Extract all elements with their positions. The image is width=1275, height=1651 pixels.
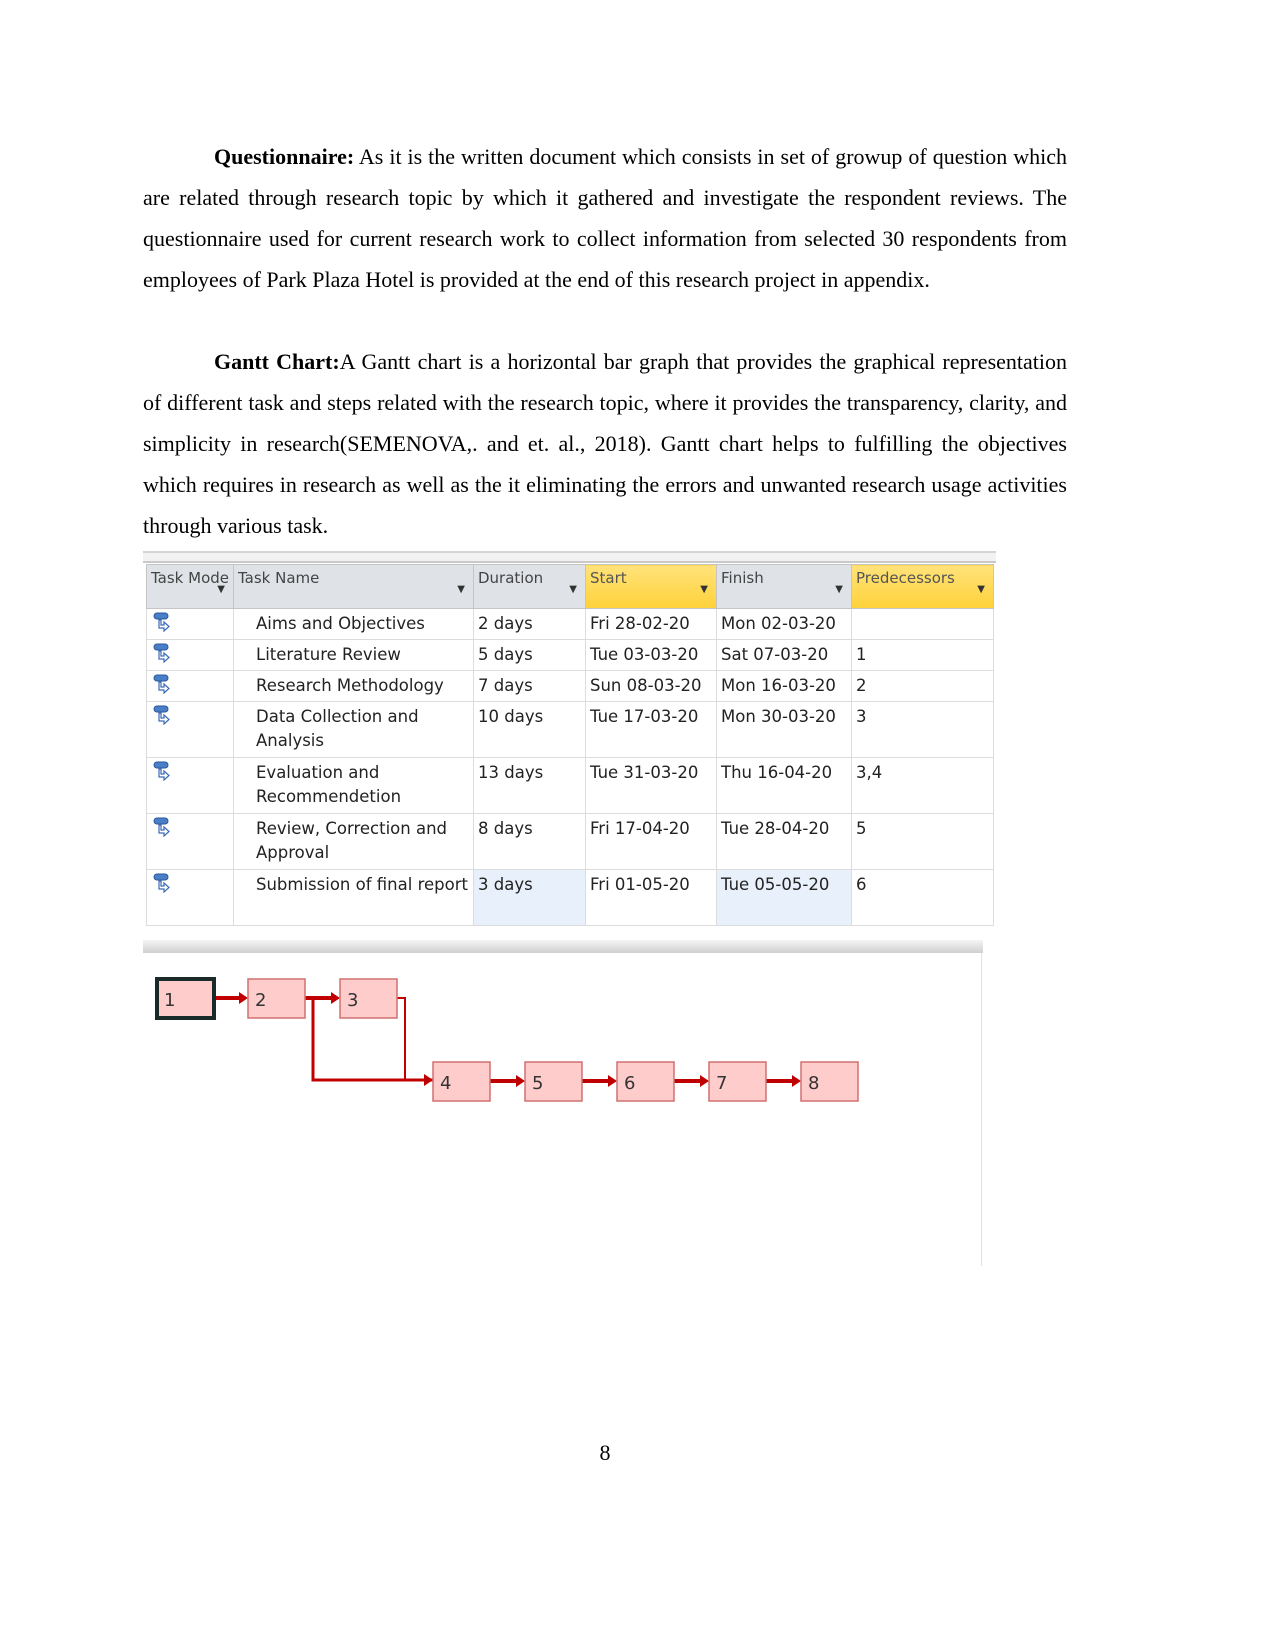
column-header[interactable]: Finish ▼ bbox=[716, 564, 852, 609]
column-header-label: Task Name bbox=[238, 569, 320, 587]
start-cell[interactable]: Sun 08-03-20 bbox=[585, 670, 717, 702]
predecessors-cell[interactable]: 1 bbox=[851, 639, 994, 671]
arrowhead bbox=[331, 992, 340, 1004]
column-header[interactable]: Predecessors ▼ bbox=[851, 564, 994, 609]
dropdown-arrow-icon[interactable]: ▼ bbox=[217, 579, 225, 600]
paragraph-text: A Gantt chart is a horizontal bar graph … bbox=[143, 349, 1067, 538]
questionnaire-paragraph: Questionnaire: As it is the written docu… bbox=[143, 136, 1067, 300]
dropdown-arrow-icon[interactable]: ▼ bbox=[835, 579, 843, 600]
finish-cell[interactable]: Tue 05-05-20 bbox=[716, 869, 852, 926]
task-name-cell[interactable]: Evaluation and Recommendetion bbox=[233, 757, 474, 814]
task-node-label: 3 bbox=[347, 990, 358, 1011]
task-mode-cell[interactable] bbox=[146, 670, 234, 702]
auto-scheduled-task-icon bbox=[153, 674, 170, 694]
auto-scheduled-task-icon bbox=[153, 817, 170, 837]
table-row[interactable]: Evaluation and Recommendetion 13 days Tue … bbox=[146, 757, 994, 814]
task-name-cell[interactable]: Aims and Objectives bbox=[233, 608, 474, 640]
start-cell[interactable]: Tue 31-03-20 bbox=[585, 757, 717, 814]
dropdown-arrow-icon[interactable]: ▼ bbox=[700, 579, 708, 600]
duration-cell[interactable]: 7 days bbox=[473, 670, 586, 702]
finish-cell[interactable]: Mon 16-03-20 bbox=[716, 670, 852, 702]
duration-cell[interactable]: 2 days bbox=[473, 608, 586, 640]
task-node-label: 5 bbox=[532, 1073, 543, 1094]
auto-scheduled-task-icon bbox=[153, 643, 170, 663]
finish-cell[interactable]: Thu 16-04-20 bbox=[716, 757, 852, 814]
task-name-cell[interactable]: Submission of final report bbox=[233, 869, 474, 926]
task-node-label: 2 bbox=[255, 990, 266, 1011]
duration-cell[interactable]: 3 days bbox=[473, 869, 586, 926]
paragraph-heading: Gantt Chart: bbox=[214, 349, 340, 374]
task-mode-cell[interactable] bbox=[146, 639, 234, 671]
dependency-link bbox=[397, 997, 425, 1081]
dropdown-arrow-icon[interactable]: ▼ bbox=[457, 579, 465, 600]
task-node-label: 1 bbox=[164, 990, 175, 1011]
table-row[interactable]: Research Methodology 7 days Sun 08-03-20 Mo… bbox=[146, 670, 994, 702]
predecessors-cell[interactable]: 3,4 bbox=[851, 757, 994, 814]
finish-cell[interactable]: Sat 07-03-20 bbox=[716, 639, 852, 671]
task-node-label: 8 bbox=[808, 1073, 819, 1094]
duration-cell[interactable]: 13 days bbox=[473, 757, 586, 814]
network-diagram: 1 2 3 4 5 6 7 8 bbox=[143, 940, 983, 1266]
dropdown-arrow-icon[interactable]: ▼ bbox=[977, 579, 985, 600]
start-cell[interactable]: Tue 17-03-20 bbox=[585, 701, 717, 758]
predecessors-cell[interactable]: 3 bbox=[851, 701, 994, 758]
finish-cell[interactable]: Mon 30-03-20 bbox=[716, 701, 852, 758]
predecessors-cell[interactable]: 2 bbox=[851, 670, 994, 702]
predecessors-cell[interactable]: 5 bbox=[851, 813, 994, 870]
gantt-paragraph: Gantt Chart:A Gantt chart is a horizonta… bbox=[143, 341, 1067, 546]
column-header[interactable]: Task Mode ▼ bbox=[146, 564, 234, 609]
task-node-label: 6 bbox=[624, 1073, 635, 1094]
network-diagram-svg: 1 2 3 4 5 6 7 8 bbox=[155, 977, 859, 1102]
column-header[interactable]: Task Name ▼ bbox=[233, 564, 474, 609]
column-header-label: Predecessors bbox=[856, 569, 955, 587]
dropdown-arrow-icon[interactable]: ▼ bbox=[569, 579, 577, 600]
predecessors-cell[interactable]: 6 bbox=[851, 869, 994, 926]
column-header[interactable]: Duration ▼ bbox=[473, 564, 586, 609]
column-header[interactable]: Start ▼ bbox=[585, 564, 717, 609]
arrowhead bbox=[424, 1074, 433, 1086]
arrowhead bbox=[608, 1075, 617, 1087]
duration-cell[interactable]: 10 days bbox=[473, 701, 586, 758]
task-mode-cell[interactable] bbox=[146, 757, 234, 814]
gantt-task-table: Task Mode ▼ Task Name ▼ Duration ▼ Start ▼ Finis… bbox=[143, 551, 996, 927]
auto-scheduled-task-icon bbox=[153, 873, 170, 893]
page-number: 8 bbox=[599, 1440, 611, 1465]
start-cell[interactable]: Fri 17-04-20 bbox=[585, 813, 717, 870]
task-name-cell[interactable]: Review, Correction and Approval bbox=[233, 813, 474, 870]
auto-scheduled-task-icon bbox=[153, 705, 170, 725]
table-row[interactable]: Review, Correction and Approval 8 days Fri… bbox=[146, 813, 994, 870]
task-mode-cell[interactable] bbox=[146, 608, 234, 640]
task-node-label: 7 bbox=[716, 1073, 727, 1094]
column-header-label: Duration bbox=[478, 569, 544, 587]
auto-scheduled-task-icon bbox=[153, 612, 170, 632]
column-header-label: Finish bbox=[721, 569, 764, 587]
arrowhead bbox=[700, 1075, 709, 1087]
duration-cell[interactable]: 8 days bbox=[473, 813, 586, 870]
finish-cell[interactable]: Tue 28-04-20 bbox=[716, 813, 852, 870]
task-mode-cell[interactable] bbox=[146, 813, 234, 870]
table-toolbar-strip bbox=[143, 551, 996, 563]
column-header-label: Start bbox=[590, 569, 627, 587]
predecessors-cell[interactable] bbox=[851, 608, 994, 640]
task-name-cell[interactable]: Research Methodology bbox=[233, 670, 474, 702]
arrowhead bbox=[239, 992, 248, 1004]
duration-cell[interactable]: 5 days bbox=[473, 639, 586, 671]
start-cell[interactable]: Fri 28-02-20 bbox=[585, 608, 717, 640]
arrowhead bbox=[792, 1075, 801, 1087]
table-row[interactable]: Aims and Objectives 2 days Fri 28-02-20 Mon… bbox=[146, 608, 994, 640]
finish-cell[interactable]: Mon 02-03-20 bbox=[716, 608, 852, 640]
table-row[interactable]: Literature Review 5 days Tue 03-03-20 Sat 0… bbox=[146, 639, 994, 671]
start-cell[interactable]: Tue 03-03-20 bbox=[585, 639, 717, 671]
arrowhead bbox=[516, 1075, 525, 1087]
task-name-cell[interactable]: Data Collection and Analysis bbox=[233, 701, 474, 758]
table-row[interactable]: Submission of final report 3 days Fri 01-0… bbox=[146, 869, 994, 926]
auto-scheduled-task-icon bbox=[153, 761, 170, 781]
table-row[interactable]: Data Collection and Analysis 10 days Tue 1… bbox=[146, 701, 994, 758]
paragraph-heading: Questionnaire: bbox=[214, 144, 355, 169]
task-mode-cell[interactable] bbox=[146, 701, 234, 758]
task-mode-cell[interactable] bbox=[146, 869, 234, 926]
task-node-label: 4 bbox=[440, 1073, 451, 1094]
task-name-cell[interactable]: Literature Review bbox=[233, 639, 474, 671]
start-cell[interactable]: Fri 01-05-20 bbox=[585, 869, 717, 926]
